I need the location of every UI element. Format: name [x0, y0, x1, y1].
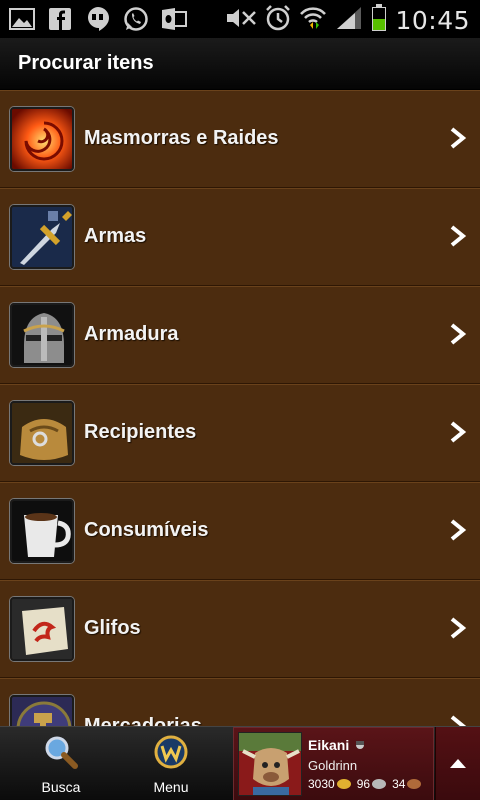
list-item-armas[interactable]: Armas — [0, 188, 480, 286]
gold-amount: 3030 — [308, 777, 335, 791]
bottom-nav: Busca Menu Eikani Goldrinn 3030 96 34 — [0, 726, 480, 800]
chevron-right-icon — [450, 519, 467, 541]
list-item-armadura[interactable]: Armadura — [0, 286, 480, 384]
facebook-icon — [46, 5, 74, 33]
search-label: Busca — [41, 779, 81, 795]
signal-icon — [335, 5, 363, 36]
list-item-label: Consumíveis — [84, 519, 209, 541]
faction-icon — [356, 741, 365, 749]
menu-label: Menu — [153, 779, 189, 795]
character-avatar — [238, 732, 302, 796]
character-name: Eikani — [308, 737, 365, 753]
list-item-glifos[interactable]: Glifos — [0, 580, 480, 678]
mug-icon — [10, 499, 74, 563]
gold-coin-icon — [336, 779, 351, 789]
notification-icons — [8, 5, 188, 33]
silver-amount: 96 — [356, 777, 371, 791]
chevron-right-icon — [450, 127, 467, 149]
list-item-label: Recipientes — [84, 421, 197, 443]
category-list[interactable]: Masmorras e Raides Armas Armadura Recipi… — [0, 90, 480, 726]
menu-button[interactable]: Menu — [113, 727, 229, 800]
whatsapp-icon — [122, 5, 150, 33]
wow-logo-icon — [154, 735, 188, 769]
helmet-icon — [10, 303, 74, 367]
search-button[interactable]: Busca — [3, 727, 119, 800]
triangle-up-icon — [450, 759, 466, 768]
list-item-label: Glifos — [84, 617, 141, 639]
list-item-masmorras-e-raides[interactable]: Masmorras e Raides — [0, 90, 480, 188]
wifi-icon — [299, 5, 327, 36]
outlook-icon — [160, 5, 188, 33]
title-bar: Procurar itens — [0, 38, 480, 90]
chevron-right-icon — [450, 617, 467, 639]
bag-icon — [10, 401, 74, 465]
magnifier-icon — [45, 736, 78, 769]
character-card[interactable]: Eikani Goldrinn 3030 96 34 — [233, 727, 434, 800]
gallery-icon — [8, 5, 36, 33]
battery-icon — [371, 4, 387, 37]
silver-coin-icon — [372, 779, 387, 789]
chevron-right-icon — [450, 323, 467, 345]
hangouts-icon — [84, 5, 112, 33]
list-item-consumiveis[interactable]: Consumíveis — [0, 482, 480, 580]
list-item-label: Masmorras e Raides — [84, 127, 279, 149]
chevron-right-icon — [450, 225, 467, 247]
status-bar: 10:45 — [0, 0, 480, 38]
copper-amount: 34 — [392, 777, 406, 791]
mute-icon — [225, 6, 257, 35]
list-item-label: Armas — [84, 225, 147, 247]
list-item-label: Mercadorias — [84, 715, 202, 726]
trade-goods-icon — [10, 695, 74, 726]
alarm-icon — [265, 5, 291, 36]
character-realm: Goldrinn — [308, 758, 358, 773]
expand-button[interactable] — [435, 727, 480, 800]
copper-coin-icon — [407, 779, 422, 789]
fire-swirl-icon — [10, 107, 74, 171]
scroll-icon — [10, 597, 74, 661]
sword-icon — [10, 205, 74, 269]
list-item-label: Armadura — [84, 323, 179, 345]
list-item-recipientes[interactable]: Recipientes — [0, 384, 480, 482]
list-item-mercadorias[interactable]: Mercadorias — [0, 678, 480, 726]
chevron-right-icon — [450, 421, 467, 443]
clock: 10:45 — [395, 6, 470, 35]
system-icons: 10:45 — [225, 4, 470, 37]
page-title: Procurar itens — [18, 52, 154, 74]
character-money: 3030 96 34 — [308, 777, 425, 791]
chevron-right-icon — [450, 715, 467, 726]
